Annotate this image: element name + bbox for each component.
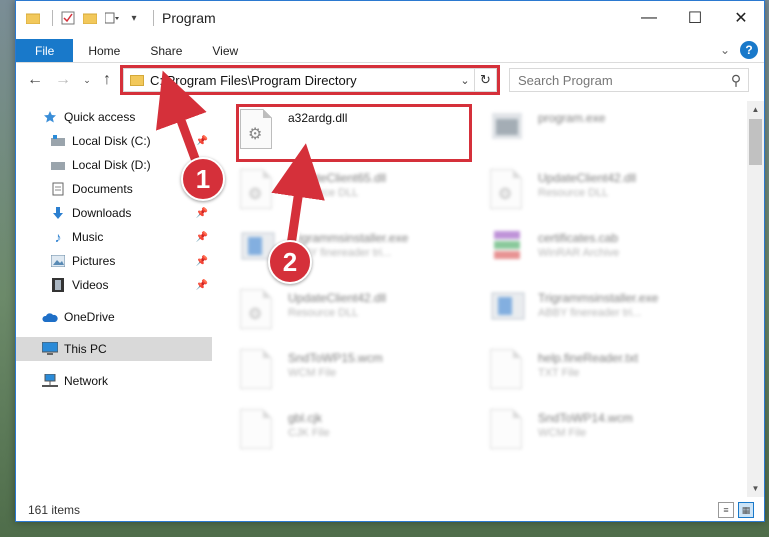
annotation-arrows (155, 70, 325, 259)
step-1-badge: 1 (181, 157, 225, 201)
step-2-badge: 2 (268, 240, 312, 284)
